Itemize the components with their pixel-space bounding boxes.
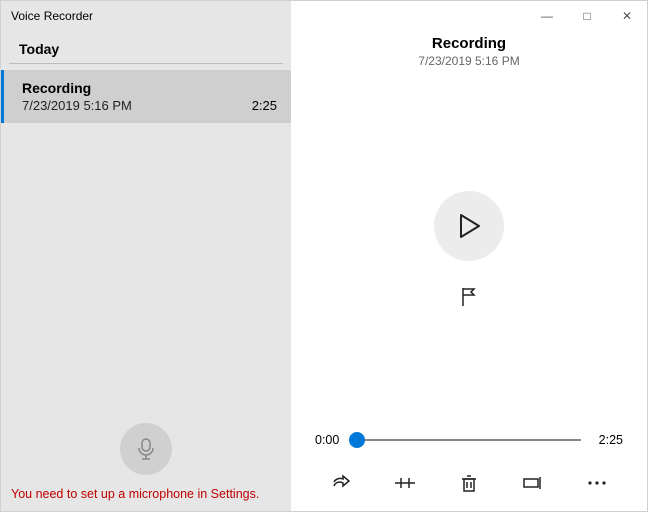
maximize-button[interactable]: □ (567, 1, 607, 31)
section-today-header: Today (9, 27, 283, 64)
rename-icon (523, 476, 543, 490)
current-time-label: 0:00 (315, 433, 347, 447)
share-button[interactable] (329, 471, 353, 495)
trim-icon (395, 475, 415, 491)
sidebar: Voice Recorder Today Recording 7/23/2019… (1, 1, 291, 511)
play-icon (457, 213, 481, 239)
seek-thumb[interactable] (349, 432, 365, 448)
recording-subtitle: 7/23/2019 5:16 PM (291, 54, 647, 68)
microphone-icon (136, 437, 156, 461)
recording-title: Recording (291, 35, 647, 52)
flag-icon (460, 287, 478, 307)
trim-button[interactable] (393, 471, 417, 495)
recording-item-timestamp: 7/23/2019 5:16 PM (22, 98, 277, 113)
recording-item-duration: 2:25 (252, 98, 277, 113)
recordings-list: Recording 7/23/2019 5:16 PM 2:25 (1, 70, 291, 413)
microphone-warning: You need to set up a microphone in Setti… (1, 481, 291, 511)
playback-timeline: 0:00 2:25 (291, 433, 647, 459)
add-marker-button[interactable] (455, 283, 483, 311)
total-time-label: 2:25 (591, 433, 623, 447)
recording-item-title: Recording (22, 80, 277, 96)
main-panel: — □ ✕ Recording 7/23/2019 5:16 PM 0:00 2… (291, 1, 647, 511)
close-button[interactable]: ✕ (607, 1, 647, 31)
recording-list-item[interactable]: Recording 7/23/2019 5:16 PM 2:25 (1, 70, 291, 123)
minimize-button[interactable]: — (527, 1, 567, 31)
delete-button[interactable] (457, 471, 481, 495)
minimize-icon: — (541, 9, 553, 23)
more-icon (587, 480, 607, 486)
play-button[interactable] (434, 191, 504, 261)
seek-slider[interactable] (357, 439, 581, 441)
maximize-icon: □ (583, 9, 590, 23)
trash-icon (461, 474, 477, 492)
window-controls: — □ ✕ (291, 1, 647, 31)
share-icon (331, 474, 351, 492)
bottom-toolbar (291, 459, 647, 511)
more-button[interactable] (585, 471, 609, 495)
app-title: Voice Recorder (1, 1, 291, 27)
record-button[interactable] (120, 423, 172, 475)
recording-header: Recording 7/23/2019 5:16 PM (291, 35, 647, 68)
close-icon: ✕ (622, 9, 632, 23)
rename-button[interactable] (521, 471, 545, 495)
